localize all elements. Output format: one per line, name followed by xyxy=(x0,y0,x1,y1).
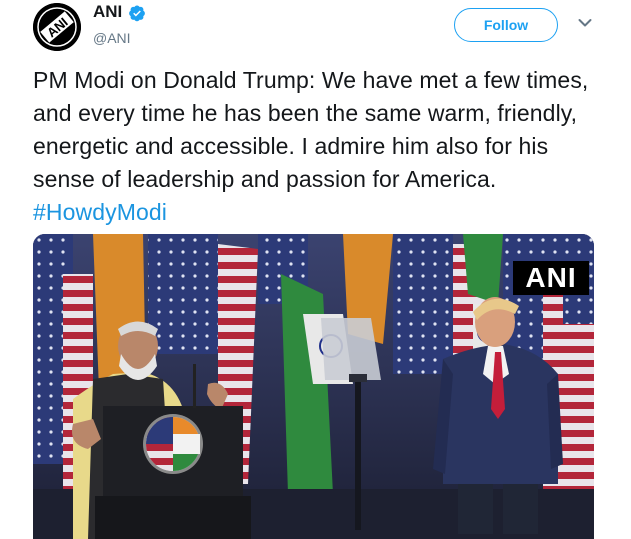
account-name[interactable]: ANI xyxy=(93,2,122,22)
tweet-text: PM Modi on Donald Trump: We have met a f… xyxy=(33,64,613,229)
ani-watermark: ANI xyxy=(513,261,589,295)
verified-badge-icon xyxy=(129,5,145,22)
tweet-header: ANI ANI @ANI Follow xyxy=(0,0,631,60)
account-handle[interactable]: @ANI xyxy=(93,30,131,46)
ani-logo-icon[interactable]: ANI xyxy=(33,3,81,51)
follow-button[interactable]: Follow xyxy=(454,8,558,42)
tweet-body: PM Modi on Donald Trump: We have met a f… xyxy=(33,67,589,192)
event-photo xyxy=(33,234,594,539)
chevron-down-icon[interactable] xyxy=(578,18,592,28)
hashtag-link[interactable]: #HowdyModi xyxy=(33,199,167,225)
tweet-media-photo[interactable]: ANI xyxy=(33,234,594,539)
